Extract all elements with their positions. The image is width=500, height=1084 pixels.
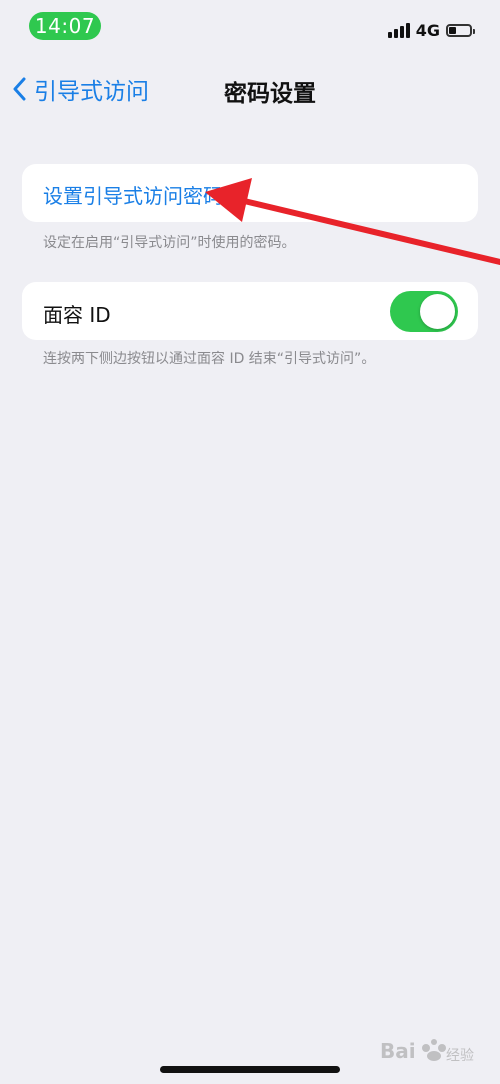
page-title: 密码设置 — [224, 81, 316, 107]
face-id-footnote: 连按两下侧边按钮以通过面容 ID 结束“引导式访问”。 — [43, 351, 376, 367]
watermark-logo: Bai 经验 — [378, 1030, 478, 1070]
face-id-group: 面容 ID — [22, 282, 478, 340]
status-time: 14:07 — [29, 12, 101, 40]
status-bar: 14:07 4G — [0, 0, 500, 56]
battery-icon — [446, 23, 475, 37]
status-right: 4G — [387, 18, 475, 42]
passcode-group: 设置引导式访问密码 — [22, 164, 478, 222]
face-id-label: 面容 ID — [43, 303, 111, 327]
svg-text:经验: 经验 — [446, 1048, 474, 1064]
network-type: 4G — [415, 20, 440, 40]
face-id-toggle[interactable] — [390, 291, 458, 332]
navigation-bar: 引导式访问 密码设置 — [0, 62, 500, 114]
battery-fill — [449, 26, 456, 34]
home-indicator[interactable] — [160, 1066, 340, 1073]
svg-text:Bai: Bai — [380, 1039, 416, 1063]
passcode-link[interactable]: 设置引导式访问密码 — [43, 180, 223, 209]
passcode-footnote: 设定在启用“引导式访问”时使用的密码。 — [43, 235, 296, 251]
toggle-knob — [420, 294, 455, 329]
signal-icon — [387, 22, 410, 38]
